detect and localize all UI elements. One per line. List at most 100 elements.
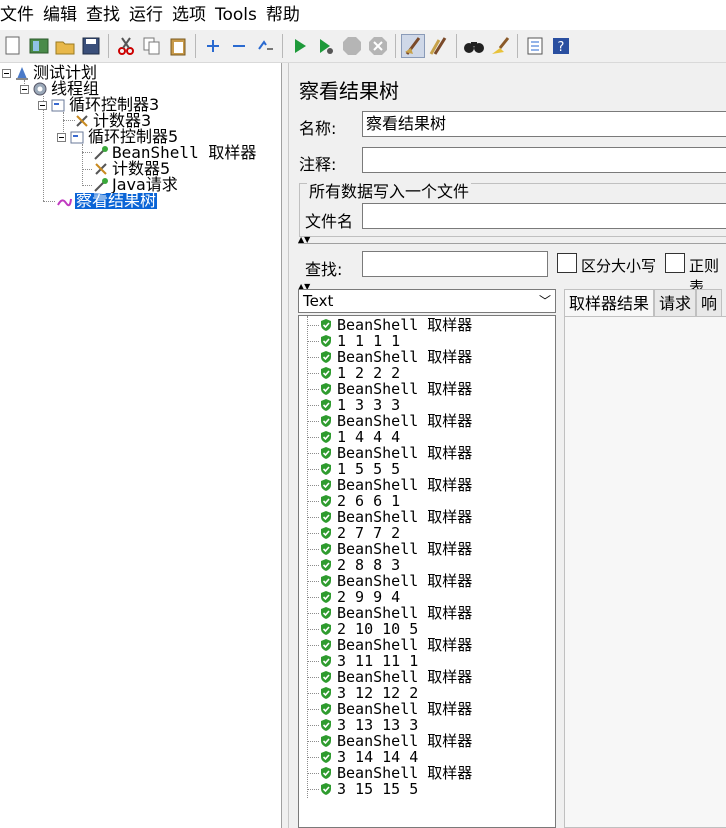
tree-node-view-results-tree[interactable]: 察看结果树: [56, 193, 158, 209]
start-icon[interactable]: [288, 34, 312, 58]
success-shield-icon: [321, 351, 331, 363]
tree-line: [307, 453, 319, 454]
result-row-label: BeanShell 取样器: [337, 348, 473, 366]
new-icon[interactable]: [1, 34, 25, 58]
save-icon[interactable]: [79, 34, 103, 58]
result-row[interactable]: 3 11 11 1: [307, 653, 418, 669]
result-row[interactable]: BeanShell 取样器: [307, 477, 472, 493]
result-row[interactable]: BeanShell 取样器: [307, 669, 472, 685]
menu-search[interactable]: 查找: [86, 0, 125, 30]
result-row[interactable]: 2 10 10 5: [307, 621, 418, 637]
search-input[interactable]: [362, 251, 548, 277]
chevron-down-icon: ﹀: [538, 294, 551, 308]
collapse-toggle-icon[interactable]: [2, 68, 11, 78]
menu-tools[interactable]: Tools: [215, 0, 262, 30]
menu-edit[interactable]: 编辑: [43, 0, 82, 30]
collapse-toggle-icon[interactable]: [38, 100, 47, 110]
result-row[interactable]: BeanShell 取样器: [307, 573, 472, 589]
renderer-select[interactable]: Text ﹀: [298, 289, 556, 313]
result-row[interactable]: 3 15 15 5: [307, 781, 418, 797]
result-row[interactable]: BeanShell 取样器: [307, 605, 472, 621]
toolbar: ?: [0, 30, 726, 63]
listener-icon: [57, 198, 72, 207]
result-row[interactable]: 1 5 5 5: [307, 460, 401, 478]
toolbar-separator: [395, 34, 396, 58]
toolbar-separator: [517, 34, 518, 58]
tree-line: [307, 485, 319, 486]
toggle-icon[interactable]: [253, 34, 277, 58]
comment-field[interactable]: [362, 147, 726, 173]
success-shield-icon: [321, 431, 331, 443]
result-row[interactable]: BeanShell 取样器: [307, 413, 472, 429]
result-row[interactable]: BeanShell 取样器: [307, 540, 473, 558]
result-row[interactable]: BeanShell 取样器: [307, 381, 472, 397]
success-shield-icon: [321, 527, 331, 539]
filename-field[interactable]: [362, 203, 726, 229]
success-shield-icon: [321, 575, 331, 587]
result-row[interactable]: BeanShell 取样器: [307, 348, 473, 366]
result-row[interactable]: 2 9 9 4: [307, 589, 400, 605]
result-row[interactable]: 1 4 4 4: [307, 429, 400, 445]
result-row[interactable]: 1 3 3 3: [307, 397, 400, 413]
result-row[interactable]: 2 6 6 1: [307, 493, 400, 509]
menu-run[interactable]: 运行: [129, 0, 168, 30]
result-row-label: BeanShell 取样器: [337, 540, 473, 558]
templates-icon[interactable]: [27, 34, 51, 58]
success-shield-icon: [321, 783, 331, 795]
result-row[interactable]: 2 8 8 3: [307, 557, 400, 573]
tree-line: [82, 144, 83, 186]
case-sensitive-checkbox[interactable]: [557, 253, 577, 273]
expand-icon[interactable]: [201, 34, 225, 58]
result-row[interactable]: 3 13 13 3: [307, 717, 418, 733]
collapse-toggle-icon[interactable]: [57, 132, 66, 142]
main-splitter[interactable]: [282, 63, 289, 828]
search-icon[interactable]: [462, 34, 486, 58]
menu-options[interactable]: 选项: [172, 0, 211, 30]
shutdown-icon[interactable]: [366, 34, 390, 58]
result-row[interactable]: BeanShell 取样器: [307, 637, 472, 653]
collapse-toggle-icon[interactable]: [20, 84, 29, 94]
tab-request[interactable]: 请求: [654, 289, 697, 316]
function-helper-icon[interactable]: [523, 34, 547, 58]
result-row[interactable]: 1 1 1 1: [307, 333, 400, 349]
start-no-pause-icon[interactable]: [314, 34, 338, 58]
result-row[interactable]: 3 14 14 4: [307, 749, 418, 765]
tree-line: [307, 741, 319, 742]
open-icon[interactable]: [53, 34, 77, 58]
results-splitter[interactable]: [558, 289, 563, 828]
help-icon[interactable]: ?: [549, 34, 573, 58]
paste-icon[interactable]: [166, 34, 190, 58]
result-row-label: 1 5 5 5: [337, 460, 401, 478]
write-to-file-title: 所有数据写入一个文件: [307, 178, 472, 202]
result-row[interactable]: BeanShell 取样器: [307, 701, 472, 717]
result-row[interactable]: BeanShell 取样器: [307, 445, 472, 461]
clear-all-icon[interactable]: [427, 34, 451, 58]
result-row-label: 1 2 2 2: [337, 364, 401, 382]
collapse-icon[interactable]: [227, 34, 251, 58]
clear-icon[interactable]: [401, 34, 425, 58]
result-row[interactable]: BeanShell 取样器: [307, 765, 472, 781]
result-row[interactable]: 3 12 12 2: [307, 685, 418, 701]
tree-line: [307, 437, 319, 438]
sample-result-list[interactable]: BeanShell 取样器 1 1 1 1 BeanShell 取样器 1 2 2 2…: [298, 315, 556, 828]
cut-icon[interactable]: [114, 34, 138, 58]
menu-help[interactable]: 帮助: [266, 0, 305, 30]
success-shield-icon: [321, 735, 331, 747]
tree-line: [307, 341, 319, 342]
menu-file[interactable]: 文件: [0, 0, 39, 30]
reset-search-icon[interactable]: [488, 34, 512, 58]
result-row[interactable]: 1 2 2 2: [307, 364, 401, 382]
name-field[interactable]: 察看结果树: [362, 111, 726, 137]
copy-icon[interactable]: [140, 34, 164, 58]
stop-icon[interactable]: [340, 34, 364, 58]
regex-checkbox[interactable]: [665, 253, 685, 273]
result-row[interactable]: BeanShell 取样器: [307, 317, 472, 333]
tab-sampler-result[interactable]: 取样器结果: [564, 289, 655, 316]
result-row[interactable]: 2 7 7 2: [307, 525, 400, 541]
tree-line: [82, 152, 92, 153]
result-row[interactable]: BeanShell 取样器: [307, 509, 472, 525]
result-row[interactable]: BeanShell 取样器: [307, 733, 472, 749]
tab-response[interactable]: 响: [696, 289, 723, 316]
test-plan-tree[interactable]: 测试计划 线程组 循环控制器3 计数器3 循环控制器5 BeanShell 取样…: [0, 63, 282, 828]
success-shield-icon: [321, 415, 331, 427]
